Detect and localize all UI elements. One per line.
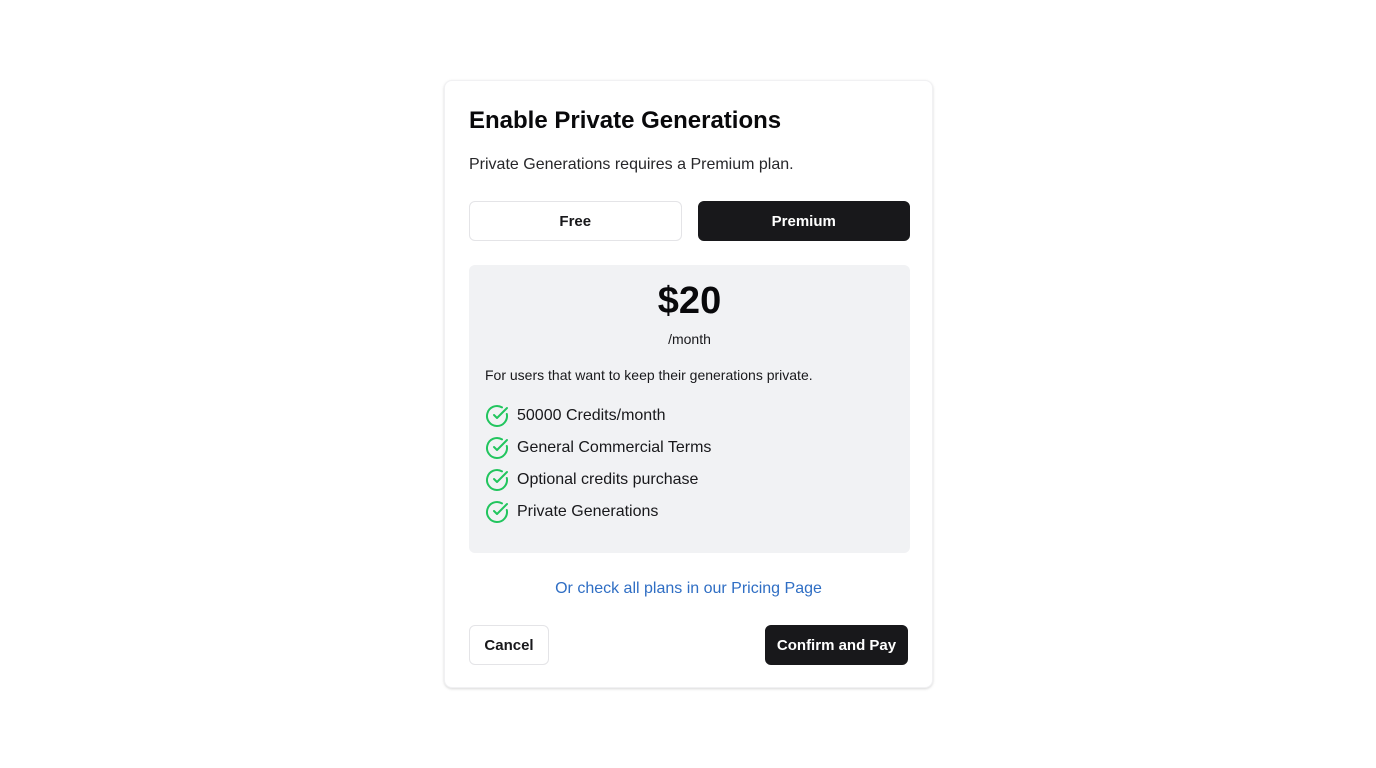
dialog-title: Enable Private Generations [469,107,782,134]
feature-item: Private Generations [485,496,711,528]
feature-list: 50000 Credits/month General Commercial T… [485,400,711,528]
feature-item: 50000 Credits/month [485,400,711,432]
check-circle-icon [485,404,509,428]
plan-price: $20 [657,280,722,322]
feature-item: General Commercial Terms [485,432,711,464]
check-circle-icon [485,500,509,524]
cancel-button[interactable]: Cancel [469,625,549,665]
plan-premium-button[interactable]: Premium [697,201,910,241]
plan-description: For users that want to keep their genera… [485,367,813,383]
feature-item: Optional credits purchase [485,464,711,496]
confirm-and-pay-button[interactable]: Confirm and Pay [765,625,908,665]
feature-label: General Commercial Terms [517,439,712,456]
plan-details-card: $20 /month For users that want to keep t… [469,265,910,553]
feature-label: Private Generations [517,503,659,520]
plan-toggle: Free Premium [469,201,910,241]
plan-free-button[interactable]: Free [469,201,682,241]
plan-period: /month [668,331,711,347]
check-circle-icon [485,468,509,492]
check-circle-icon [485,436,509,460]
pricing-page-link[interactable]: Or check all plans in our Pricing Page [445,577,932,601]
feature-label: Optional credits purchase [517,471,699,488]
enable-private-generations-dialog: Enable Private Generations Private Gener… [444,80,933,688]
dialog-subtitle: Private Generations requires a Premium p… [469,156,794,173]
feature-label: 50000 Credits/month [517,407,666,424]
